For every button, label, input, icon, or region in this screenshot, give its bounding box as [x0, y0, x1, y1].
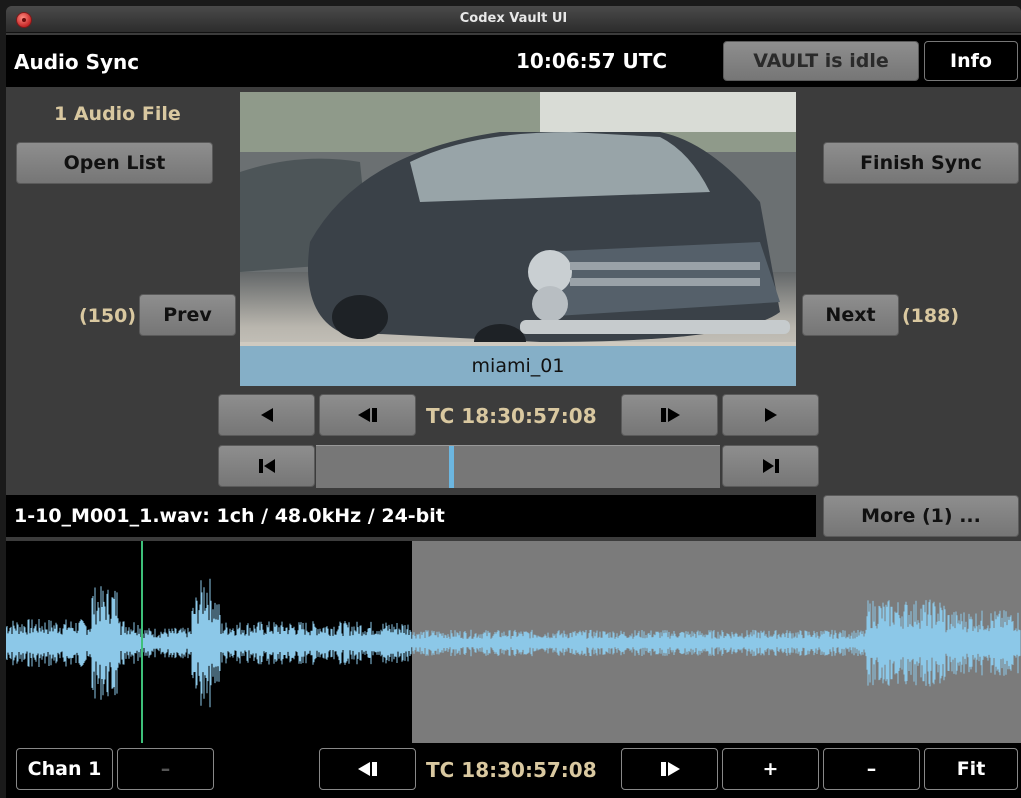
audio-file-count: 1 Audio File	[54, 103, 181, 125]
step-back-icon	[357, 408, 377, 422]
vault-status-indicator: VAULT is idle	[723, 41, 919, 81]
play-reverse-icon	[260, 408, 273, 422]
audio-waveform[interactable]	[6, 541, 1021, 743]
finish-sync-button[interactable]: Finish Sync	[823, 142, 1019, 184]
play-button[interactable]	[722, 394, 819, 436]
audio-file-info-bar: 1-10_M001_1.wav: 1ch / 48.0kHz / 24-bit	[6, 495, 816, 537]
audio-file-info: 1-10_M001_1.wav: 1ch / 48.0kHz / 24-bit	[14, 505, 445, 527]
step-forward-button[interactable]	[621, 394, 718, 436]
play-icon	[764, 408, 777, 422]
next-clip-button[interactable]: Next	[802, 294, 899, 336]
waveform-timecode: TC 18:30:57:08	[426, 758, 597, 782]
channel-minus-button[interactable]: –	[117, 748, 214, 790]
title-bar: Codex Vault UI	[6, 6, 1021, 33]
go-to-start-button[interactable]	[218, 445, 315, 487]
channel-select-button[interactable]: Chan 1	[16, 748, 113, 790]
scrub-bar[interactable]	[316, 445, 720, 488]
header-bar: Audio Sync 10:06:57 UTC VAULT is idle In…	[6, 35, 1021, 87]
zoom-out-button[interactable]: –	[823, 748, 920, 790]
video-preview: miami_01	[240, 92, 796, 386]
nudge-back-button[interactable]	[319, 748, 416, 790]
play-reverse-button[interactable]	[218, 394, 315, 436]
transport-timecode: TC 18:30:57:08	[426, 404, 597, 428]
skip-end-icon	[762, 459, 779, 473]
step-back-icon	[357, 762, 377, 776]
bottom-toolbar: Chan 1 – TC 18:30:57:08 + – Fit	[6, 743, 1021, 798]
waveform-cursor[interactable]	[141, 541, 143, 743]
skip-start-icon	[258, 459, 275, 473]
prev-clip-button[interactable]: Prev	[139, 294, 236, 336]
screen-title: Audio Sync	[14, 50, 140, 74]
app-window: Codex Vault UI Audio Sync 10:06:57 UTC V…	[6, 6, 1021, 798]
zoom-in-button[interactable]: +	[722, 748, 819, 790]
next-count: (188)	[902, 305, 960, 327]
step-forward-icon	[660, 762, 680, 776]
more-files-button[interactable]: More (1) ...	[823, 495, 1019, 537]
utc-clock: 10:06:57 UTC	[516, 49, 668, 73]
prev-count: (150)	[79, 305, 137, 327]
window-title: Codex Vault UI	[459, 11, 568, 26]
waveform-graph	[6, 578, 1021, 708]
step-back-button[interactable]	[319, 394, 416, 436]
video-frame-image	[240, 92, 796, 386]
zoom-fit-button[interactable]: Fit	[924, 748, 1018, 790]
waveform-trace	[6, 578, 1021, 708]
nudge-forward-button[interactable]	[621, 748, 718, 790]
info-button[interactable]: Info	[924, 41, 1018, 81]
open-list-button[interactable]: Open List	[16, 142, 213, 184]
scrub-playhead[interactable]	[449, 446, 454, 488]
clip-name-bar: miami_01	[240, 346, 796, 386]
go-to-end-button[interactable]	[722, 445, 819, 487]
step-forward-icon	[660, 408, 680, 422]
